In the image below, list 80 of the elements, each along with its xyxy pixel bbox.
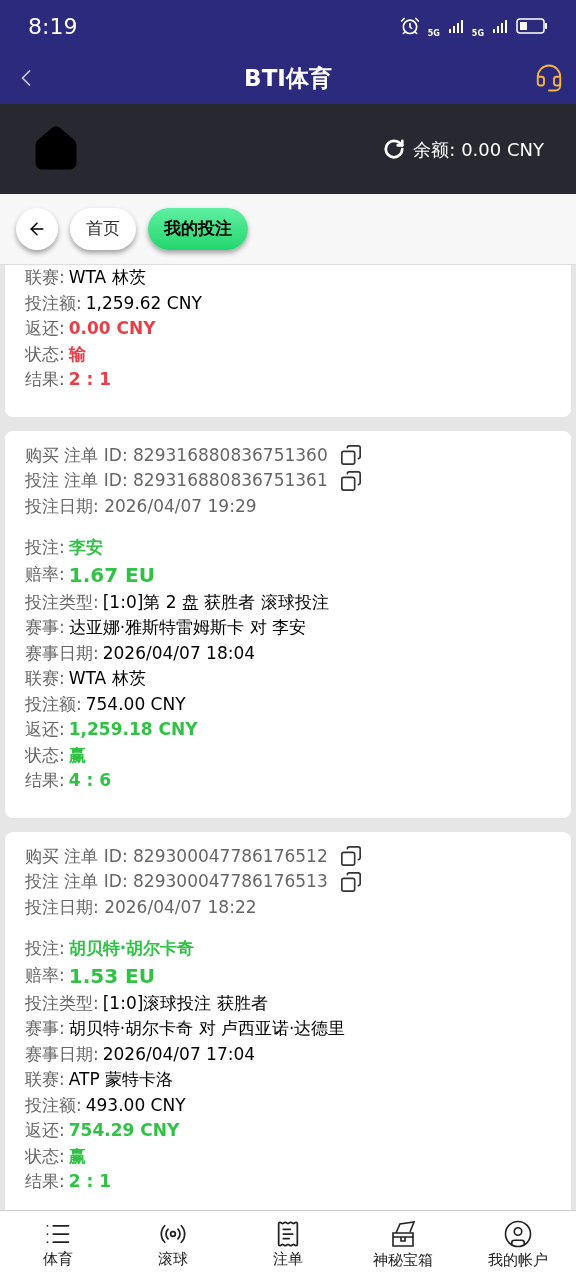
field-label: 投注类型: [25, 991, 99, 1015]
field-label: 赛事日期: [25, 1042, 99, 1066]
field-value: 1.67 EU [68, 562, 155, 589]
copy-icon[interactable] [339, 469, 362, 492]
field-value: ATP 蒙特卡洛 [68, 1068, 174, 1091]
field-label: 状态: [25, 1144, 65, 1168]
field-value: WTA 林茨 [68, 266, 146, 289]
field-label: 投注: [25, 536, 65, 559]
field-label: 联赛: [25, 266, 65, 289]
field-value: 493.00 CNY [85, 1093, 186, 1117]
field-label: 状态: [25, 342, 65, 366]
bet-meta-text: 购买 注单 ID: 829300047786176512 [25, 844, 328, 868]
copy-icon[interactable] [339, 444, 362, 467]
field-label: 返还: [25, 718, 65, 741]
field-value: 1,259.18 CNY [68, 718, 198, 741]
bottom-nav-item[interactable]: 我的帐户 [460, 1211, 576, 1280]
field-value: 2 : 1 [68, 1170, 112, 1193]
field-label: 投注类型: [25, 590, 99, 614]
field-value: 2 : 1 [68, 368, 112, 391]
field-value: 李安 [68, 536, 103, 559]
nav-tab[interactable]: 首页 [70, 208, 136, 250]
battery-icon [516, 18, 548, 34]
field-label: 结果: [25, 368, 65, 391]
bet-meta-text: 投注日期: 2026/04/07 19:29 [25, 494, 257, 518]
field-value: 胡贝特·胡尔卡奇 [68, 937, 195, 960]
user-icon [503, 1219, 534, 1250]
field-label: 赛事: [25, 616, 65, 639]
bottom-nav-item[interactable]: 体育 [0, 1211, 116, 1280]
field-label: 投注额: [25, 692, 82, 716]
field-value: WTA 林茨 [68, 667, 146, 690]
copy-icon[interactable] [339, 845, 362, 868]
field-value: [1:0]滚球投注 获胜者 [102, 991, 268, 1015]
field-label: 投注: [25, 937, 65, 960]
balance-text: 余额: 0.00 CNY [413, 137, 544, 162]
field-label: 结果: [25, 1170, 65, 1193]
copy-icon[interactable] [339, 870, 362, 893]
field-value: [1:0]第 2 盘 获胜者 滚球投注 [102, 590, 329, 614]
field-label: 返还: [25, 1119, 65, 1142]
field-label: 赔率: [25, 563, 65, 587]
field-value: 2026/04/07 18:04 [102, 641, 256, 665]
field-value: 赢 [68, 743, 86, 767]
nav-tab[interactable]: 我的投注 [148, 208, 248, 250]
field-value: 4 : 6 [68, 769, 112, 792]
field-value: 赢 [68, 1144, 86, 1168]
field-value: 胡贝特·胡尔卡奇 对 卢西亚诺·达德里 [68, 1017, 346, 1040]
bet-meta-text: 投注日期: 2026/04/07 18:22 [25, 895, 257, 919]
refresh-icon[interactable] [383, 138, 406, 160]
field-value: 0.00 CNY [68, 317, 156, 340]
field-value: 1.53 EU [68, 963, 155, 990]
field-label: 投注额: [25, 1093, 82, 1117]
bottom-nav-item[interactable]: 滚球 [115, 1211, 231, 1280]
field-label: 联赛: [25, 667, 65, 690]
signal-icon [447, 18, 464, 34]
field-value: 1,259.62 CNY [85, 291, 202, 315]
app-title: BTI体育 [244, 63, 332, 93]
field-value: 754.00 CNY [85, 692, 186, 716]
field-label: 返还: [25, 317, 65, 340]
bottom-nav-item[interactable]: 神秘宝箱 [345, 1211, 461, 1280]
field-label: 投注额: [25, 291, 82, 315]
support-icon[interactable] [534, 63, 564, 93]
field-value: 754.29 CNY [68, 1119, 180, 1142]
field-label: 联赛: [25, 1068, 65, 1091]
bet-meta-text: 购买 注单 ID: 829316880836751360 [25, 443, 328, 467]
bottom-nav-item[interactable]: 注单 [230, 1211, 346, 1280]
field-label: 赛事: [25, 1017, 65, 1040]
field-label: 状态: [25, 743, 65, 767]
field-label: 结果: [25, 769, 65, 792]
field-label: 赔率: [25, 964, 65, 988]
field-value: 达亚娜·雅斯特雷姆斯卡 对 李安 [68, 616, 306, 639]
status-time: 8:19 [28, 12, 78, 41]
alarm-icon [399, 16, 420, 36]
field-label: 赛事日期: [25, 641, 99, 665]
bet-meta-text: 投注 注单 ID: 829316880836751361 [25, 469, 328, 492]
signal-icon [492, 18, 508, 34]
field-value: 输 [68, 342, 86, 366]
field-value: 2026/04/07 17:04 [102, 1042, 256, 1066]
back-button[interactable] [16, 208, 58, 250]
bet-meta-text: 投注 注单 ID: 829300047786176513 [25, 870, 328, 893]
network-label: 5G [471, 28, 484, 40]
network-label: 5G [427, 28, 440, 40]
